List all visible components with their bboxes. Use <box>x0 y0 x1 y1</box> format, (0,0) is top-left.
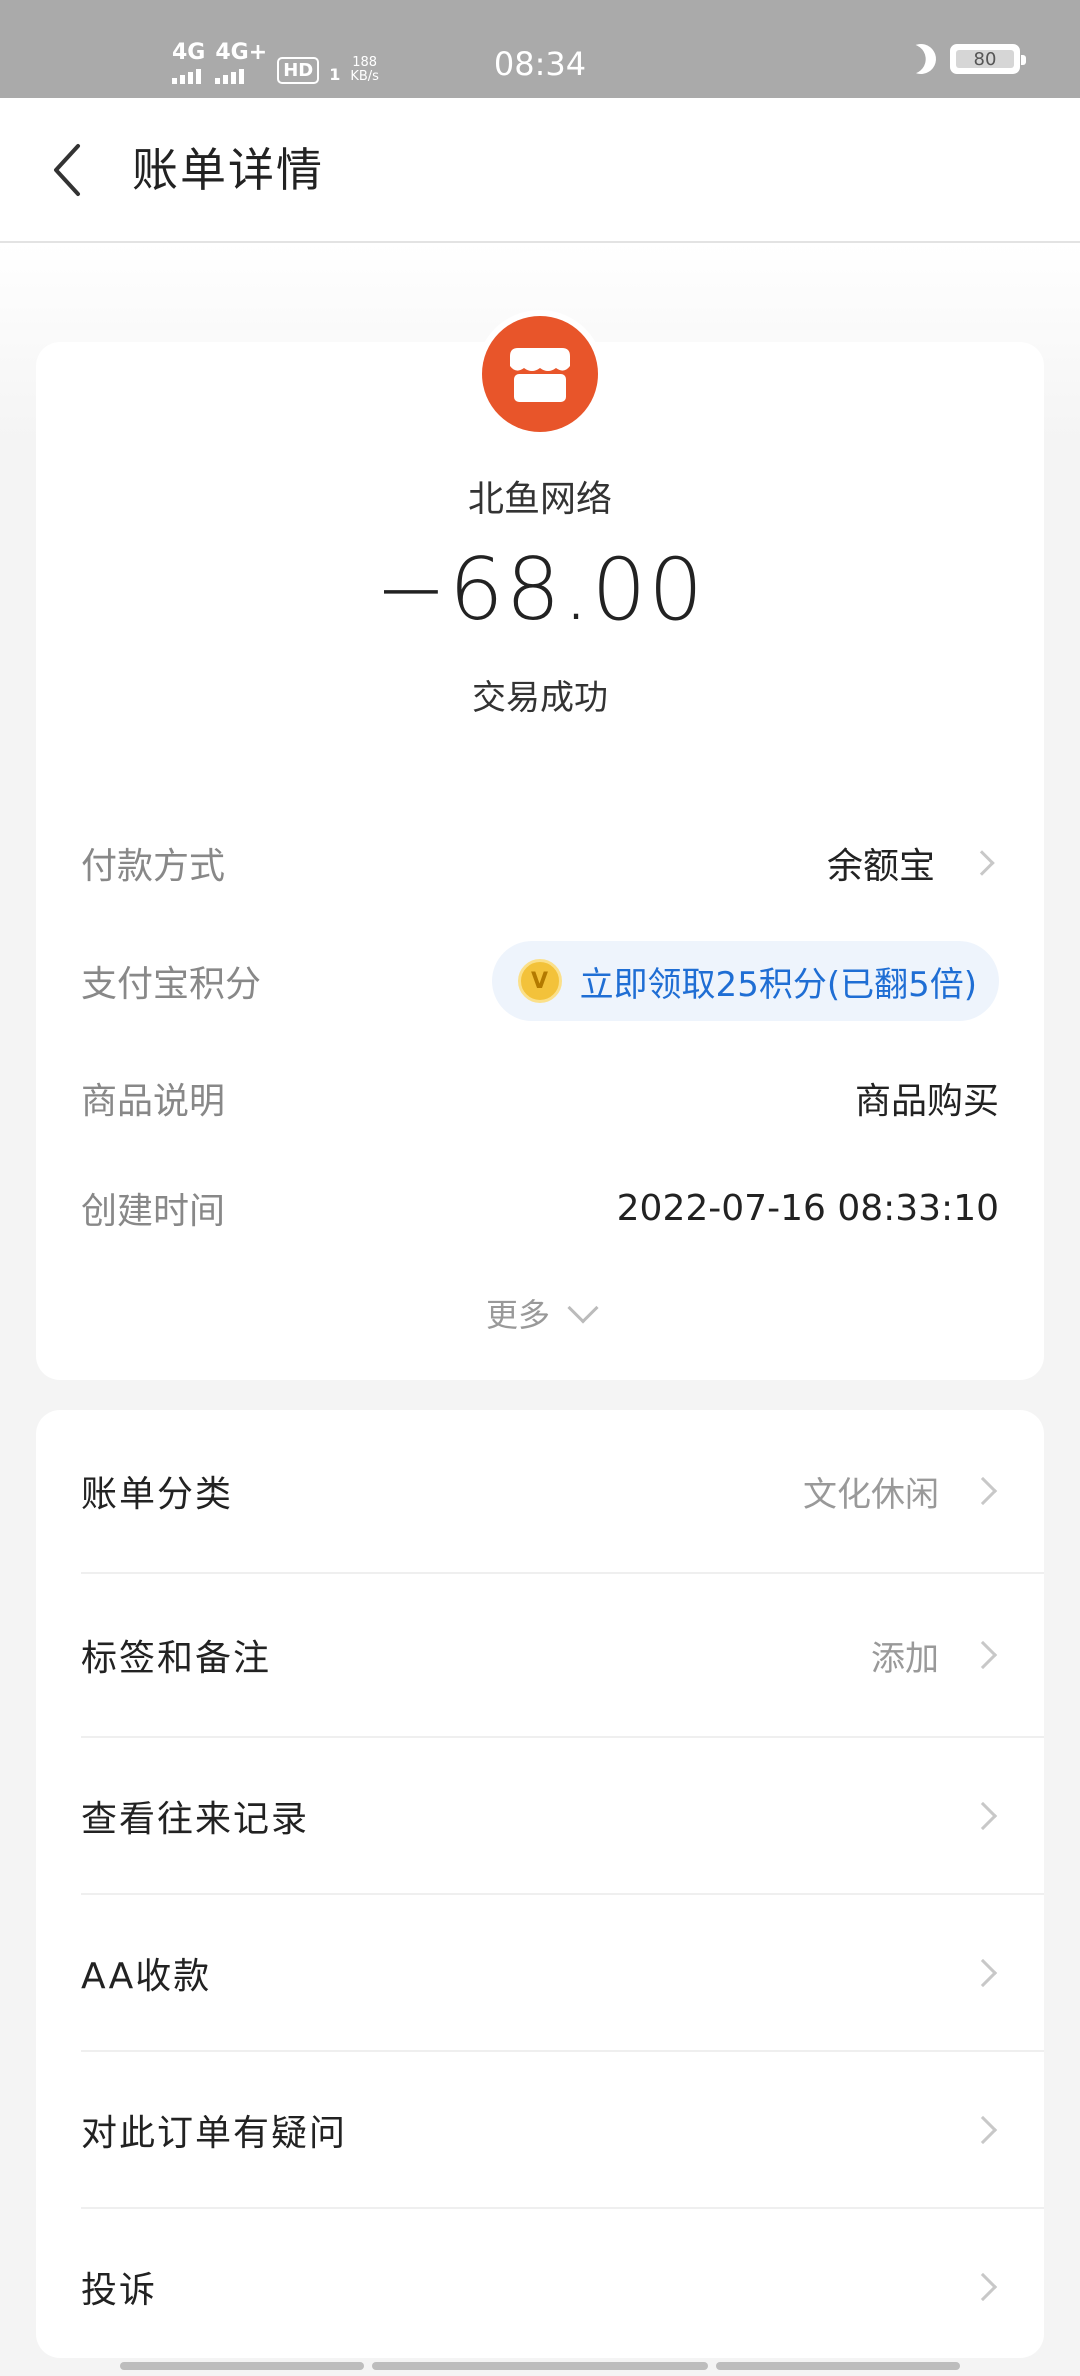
claim-points-text: 立即领取25积分(已翻5倍) <box>579 964 977 1005</box>
more-label: 更多 <box>485 1296 550 1334</box>
claim-points-button[interactable]: V 立即领取25积分(已翻5倍) <box>491 941 999 1021</box>
bill-category-value: 文化休闲 <box>803 1474 939 1515</box>
chevron-left-icon <box>54 144 80 196</box>
created-time-row: 创建时间 2022-07-16 08:33:10 <box>81 1178 999 1238</box>
complaint-label: 投诉 <box>81 2269 158 2311</box>
nav-header: 账单详情 <box>0 98 1080 243</box>
order-question-label: 对此订单有疑问 <box>81 2112 348 2154</box>
transaction-status: 交易成功 <box>472 678 608 718</box>
tags-notes-value: 添加 <box>871 1638 939 1679</box>
chevron-down-icon <box>567 1292 599 1324</box>
aa-collect-label: AA收款 <box>81 1955 212 1997</box>
created-time-label: 创建时间 <box>81 1191 226 1232</box>
order-question-item[interactable]: 对此订单有疑问 <box>36 2052 1044 2207</box>
store-icon <box>482 316 598 432</box>
battery-icon: 80 <box>950 44 1026 74</box>
points-label: 支付宝积分 <box>81 964 262 1005</box>
product-desc-row: 商品说明 商品购买 <box>81 1068 999 1128</box>
merchant-avatar[interactable] <box>476 310 604 438</box>
chevron-right-icon <box>968 2272 998 2301</box>
bill-category-item[interactable]: 账单分类 文化休闲 <box>36 1410 1044 1572</box>
back-button[interactable] <box>44 138 100 202</box>
scroll-indicator <box>120 2362 364 2370</box>
product-desc-value: 商品购买 <box>854 1081 999 1122</box>
complaint-item[interactable]: 投诉 <box>36 2209 1044 2358</box>
more-button[interactable]: 更多 <box>0 1290 1080 1336</box>
payment-method-row[interactable]: 付款方式 余额宝 <box>81 833 999 893</box>
chevron-right-icon <box>968 2115 998 2144</box>
scroll-indicator <box>372 2362 708 2370</box>
tags-notes-item[interactable]: 标签和备注 添加 <box>36 1574 1044 1736</box>
bill-actions-card: 账单分类 文化休闲 标签和备注 添加 查看往来记录 AA收款 对此订单有疑问 投… <box>36 1410 1044 2358</box>
chevron-right-icon <box>969 850 995 876</box>
view-records-label: 查看往来记录 <box>81 1798 310 1840</box>
view-records-item[interactable]: 查看往来记录 <box>36 1738 1044 1893</box>
tags-notes-label: 标签和备注 <box>81 1638 272 1679</box>
v-badge-icon: V <box>517 959 562 1003</box>
status-bar: 4G 4G+ HD 1 188 KB/s 08:34 80 <box>0 0 1080 98</box>
points-row: 支付宝积分 V 立即领取25积分(已翻5倍) <box>81 941 999 1021</box>
payment-method-label: 付款方式 <box>81 846 226 887</box>
scroll-indicator <box>716 2362 960 2370</box>
chevron-right-icon <box>968 1640 998 1670</box>
merchant-name: 北鱼网络 <box>467 479 612 520</box>
product-desc-label: 商品说明 <box>81 1081 226 1122</box>
aa-collect-item[interactable]: AA收款 <box>36 1895 1044 2050</box>
moon-icon <box>901 39 942 80</box>
payment-method-value: 余额宝 <box>826 846 935 887</box>
chevron-right-icon <box>968 1476 998 1506</box>
transaction-amount: −68.00 <box>374 540 706 640</box>
created-time-value: 2022-07-16 08:33:10 <box>616 1187 999 1229</box>
page-title: 账单详情 <box>132 143 324 197</box>
status-right: 80 <box>906 44 1026 74</box>
chevron-right-icon <box>968 1801 998 1830</box>
bill-category-label: 账单分类 <box>81 1474 234 1515</box>
chevron-right-icon <box>968 1958 998 1987</box>
battery-level: 80 <box>973 48 997 70</box>
